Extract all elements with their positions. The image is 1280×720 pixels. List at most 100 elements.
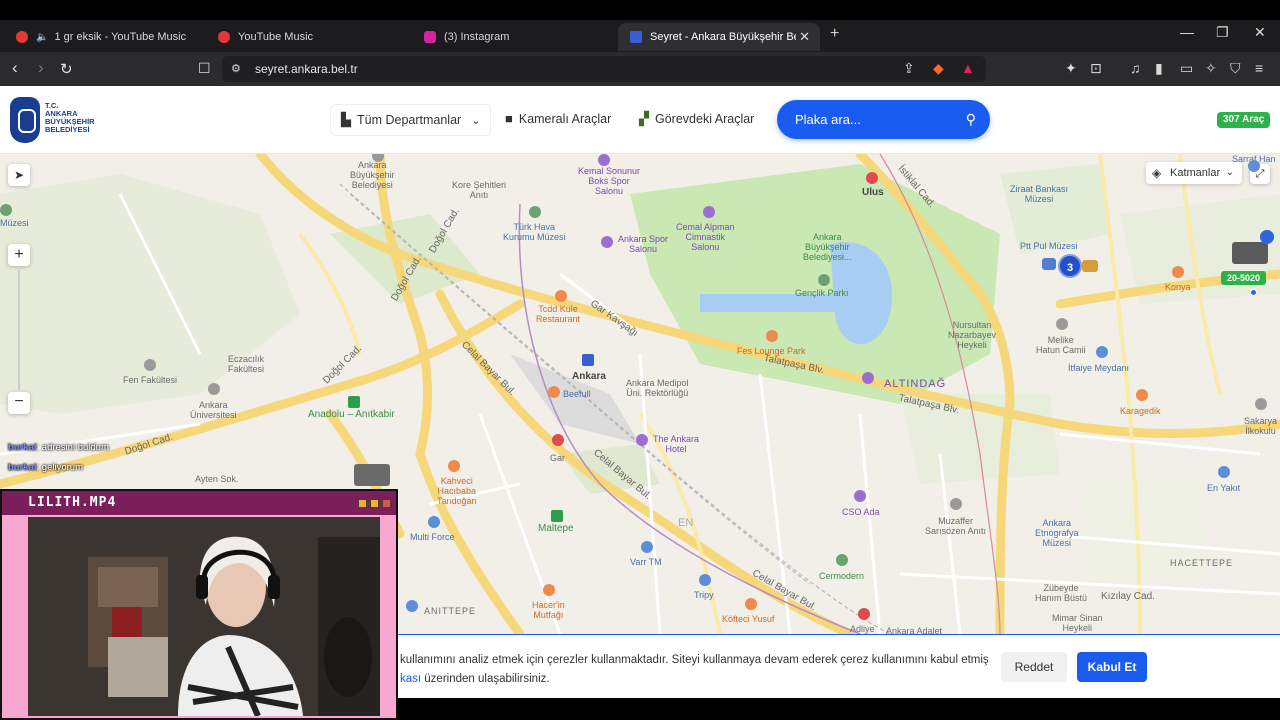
cookie-policy-link[interactable]: kası	[400, 673, 421, 685]
search-icon[interactable]: ⚲	[966, 111, 976, 128]
tab-seyret[interactable]: Seyret - Ankara Büyükşehir Beled ✕	[618, 23, 820, 51]
logo-text[interactable]: T.C. ANKARA BÜYÜKŞEHİR BELEDİYESİ	[45, 102, 105, 134]
poi-marker[interactable]	[745, 598, 757, 610]
vehicle-marker[interactable]	[354, 464, 390, 486]
brave-shield-icon[interactable]: ◆	[933, 60, 944, 77]
tram-stop-icon[interactable]	[551, 510, 563, 522]
poi-marker[interactable]	[1056, 318, 1068, 330]
zoom-out-button[interactable]: −	[8, 392, 30, 414]
map-label: Ankara Medipol Üni. Rektörlüğü	[626, 378, 689, 398]
poi-marker[interactable]	[641, 541, 653, 553]
poi-marker[interactable]	[406, 600, 418, 612]
poi-marker[interactable]	[1172, 266, 1184, 278]
media-icon[interactable]: ♫	[1130, 60, 1141, 76]
poi-marker[interactable]	[1218, 466, 1230, 478]
extensions-icon[interactable]: ✦	[1065, 60, 1077, 77]
zoom-in-button[interactable]: +	[8, 244, 30, 266]
poi-marker[interactable]	[636, 434, 648, 446]
reload-icon[interactable]: ↻	[60, 60, 73, 78]
metro-station-icon[interactable]	[582, 354, 594, 366]
vehicle-marker[interactable]	[1232, 242, 1268, 264]
locate-icon[interactable]: ➤	[8, 164, 30, 186]
menu-icon[interactable]: ≡	[1255, 60, 1263, 76]
camera-vehicle-icon[interactable]	[1260, 230, 1274, 244]
tab-title: Seyret - Ankara Büyükşehir Beled	[650, 31, 796, 43]
tab-youtube-music-2[interactable]: YouTube Music	[206, 23, 406, 51]
poi-marker[interactable]	[862, 372, 874, 384]
poi-marker[interactable]	[699, 574, 711, 586]
poi-marker[interactable]	[854, 490, 866, 502]
map-label: Ankara Adalet	[886, 626, 943, 634]
poi-marker[interactable]	[836, 554, 848, 566]
vehicle-cluster[interactable]: 3	[1058, 254, 1082, 278]
tab-instagram[interactable]: (3) Instagram	[412, 23, 612, 51]
vpn-icon[interactable]: ⛉	[1230, 60, 1241, 77]
layers-dropdown[interactable]: ◈ Katmanlar ⌄	[1146, 162, 1242, 184]
leo-ai-icon[interactable]: ✧	[1205, 60, 1217, 77]
close-window-icon[interactable]: ✕	[1254, 24, 1266, 41]
site-info-icon[interactable]: ⚙	[231, 62, 241, 75]
map-label: Ankara Üniversitesi	[190, 400, 237, 420]
poi-marker[interactable]	[208, 383, 220, 395]
poi-marker[interactable]	[529, 206, 541, 218]
tram-stop-icon[interactable]	[348, 396, 360, 408]
ankara-logo-icon[interactable]	[10, 97, 40, 143]
cookie-message: kullanımını analiz etmek için çerezler k…	[400, 654, 989, 666]
map-label: Ankara Spor Salonu	[618, 234, 669, 254]
poi-marker[interactable]	[1255, 398, 1267, 410]
poi-marker[interactable]	[601, 236, 613, 248]
vehicle-plate-label[interactable]: 20-5020	[1221, 271, 1267, 285]
close-tab-icon[interactable]: ✕	[799, 29, 810, 45]
screenshot-icon[interactable]: ⊡	[1090, 60, 1102, 77]
brave-rewards-icon[interactable]: ▲	[961, 60, 975, 76]
map-label: Türk Hava Kurumu Müzesi	[503, 222, 566, 242]
screen: 🔈 1 gr eksik - YouTube Music YouTube Mus…	[0, 0, 1280, 720]
poi-marker[interactable]	[703, 206, 715, 218]
chat-text: : geliyorum	[36, 462, 83, 473]
vehicle-marker[interactable]	[1042, 258, 1056, 270]
poi-marker[interactable]	[0, 204, 12, 216]
minimize-icon[interactable]: —	[1180, 24, 1194, 40]
on-duty-vehicles-link[interactable]: ▞ Görevdeki Araçlar	[639, 111, 754, 127]
poi-marker[interactable]	[1096, 346, 1108, 358]
poi-marker[interactable]	[950, 498, 962, 510]
map-label: Beefull	[563, 389, 591, 399]
poi-marker[interactable]	[818, 274, 830, 286]
share-icon[interactable]: ⇪	[903, 60, 915, 77]
vehicle-marker[interactable]	[1082, 260, 1098, 272]
accept-cookies-button[interactable]: Kabul Et	[1077, 652, 1147, 682]
poi-marker[interactable]	[543, 584, 555, 596]
poi-marker[interactable]	[866, 172, 878, 184]
poi-marker[interactable]	[548, 386, 560, 398]
zoom-slider[interactable]	[18, 270, 20, 390]
tab-title: YouTube Music	[238, 31, 314, 43]
poi-marker[interactable]	[858, 608, 870, 620]
back-icon[interactable]: ‹	[12, 58, 18, 78]
camera-vehicles-link[interactable]: ■ Kameralı Araçlar	[505, 111, 611, 126]
map-label: Müzesi	[0, 218, 29, 228]
poi-marker[interactable]	[552, 434, 564, 446]
webcam-overlay: LILITH.MP4	[0, 489, 398, 720]
sidebar-icon[interactable]: ▮	[1155, 60, 1163, 77]
wallet-icon[interactable]: ▭	[1180, 60, 1193, 77]
new-tab-icon[interactable]: +	[830, 25, 839, 43]
departments-dropdown[interactable]: ▙ Tüm Departmanlar ⌄	[330, 104, 492, 136]
poi-marker[interactable]	[1248, 160, 1260, 172]
poi-marker[interactable]	[1136, 389, 1148, 401]
poi-marker[interactable]	[598, 154, 610, 166]
map-label: Maltepe	[538, 523, 574, 534]
plate-search[interactable]: ⚲	[777, 100, 990, 139]
poi-marker[interactable]	[766, 330, 778, 342]
map-label: Varr TM	[630, 557, 662, 567]
tab-youtube-music-1[interactable]: 🔈 1 gr eksik - YouTube Music	[4, 23, 204, 51]
poi-marker[interactable]	[448, 460, 460, 472]
bookmark-icon[interactable]: ☐	[198, 60, 211, 77]
vehicle-location-dot[interactable]	[1250, 289, 1257, 296]
poi-marker[interactable]	[144, 359, 156, 371]
restore-icon[interactable]: ❐	[1216, 24, 1229, 41]
plate-search-input[interactable]	[777, 100, 957, 139]
poi-marker[interactable]	[428, 516, 440, 528]
reject-cookies-button[interactable]: Reddet	[1001, 652, 1067, 682]
poi-marker[interactable]	[555, 290, 567, 302]
forward-icon[interactable]: ›	[38, 58, 44, 78]
